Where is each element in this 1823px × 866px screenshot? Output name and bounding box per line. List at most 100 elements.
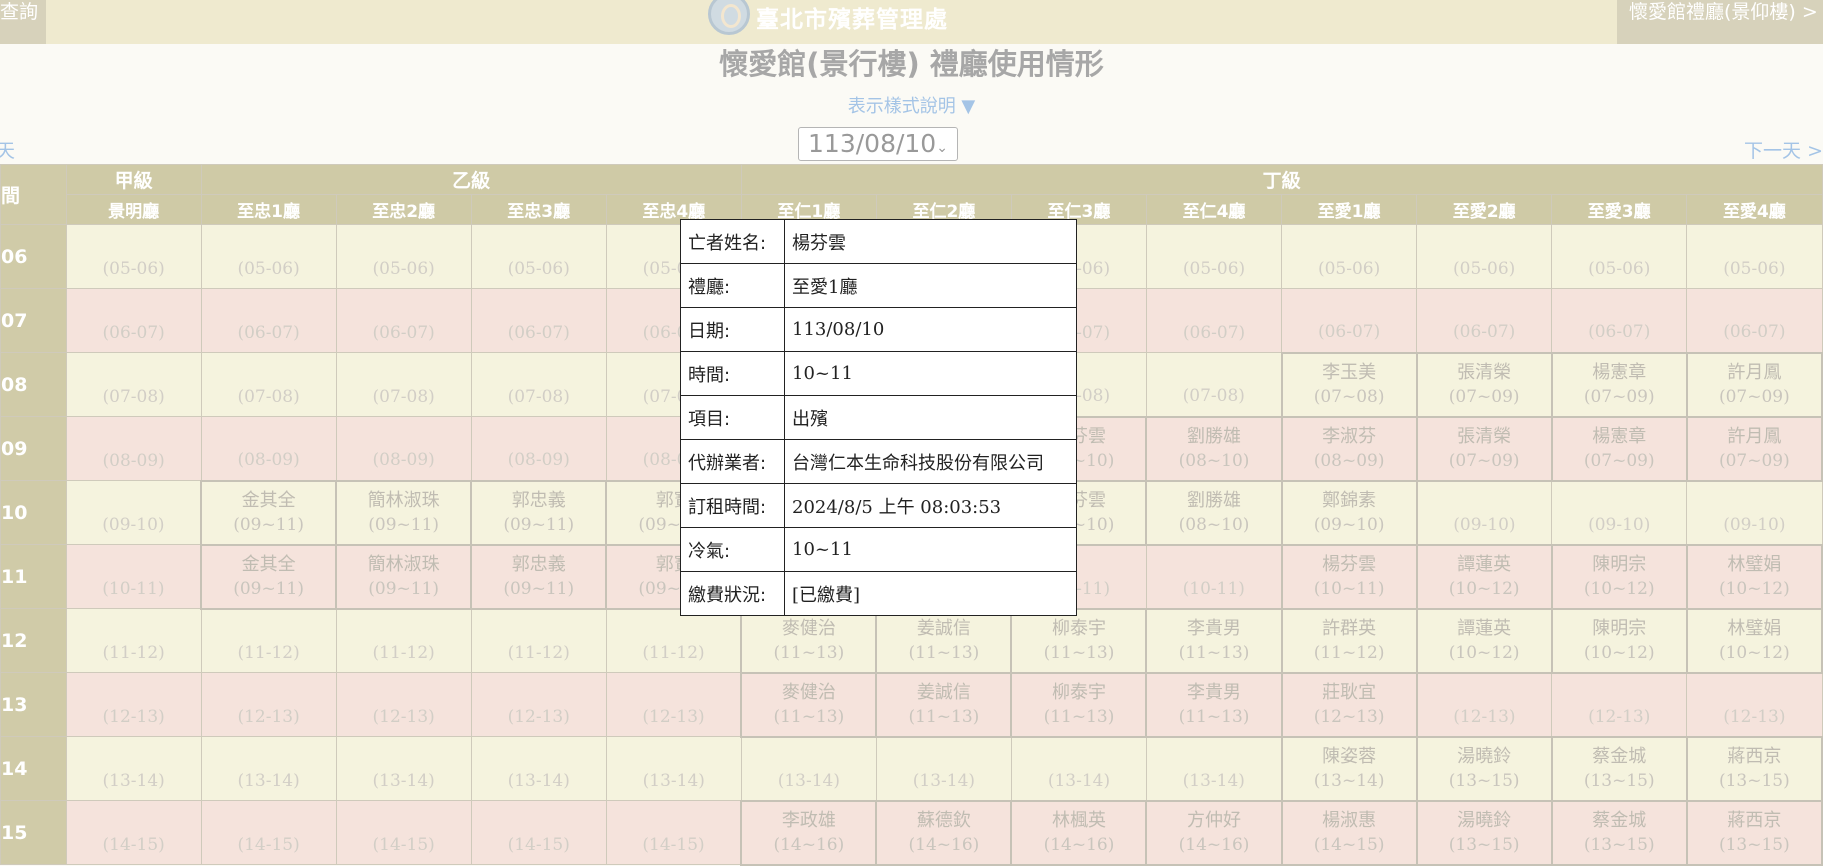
empty-slot-cell[interactable]: (06-07): [1551, 288, 1688, 353]
booking-cell[interactable]: 林璧娟 (10~12): [1685, 543, 1823, 610]
empty-slot-cell[interactable]: (08-09): [200, 416, 337, 481]
booking-cell[interactable]: 郭忠義 (09~11): [470, 543, 608, 610]
booking-cell[interactable]: 許月鳳 (07~09): [1685, 351, 1823, 418]
empty-slot-cell[interactable]: (14-15): [200, 800, 337, 865]
empty-slot-cell[interactable]: (14-15): [605, 800, 742, 865]
empty-slot-cell[interactable]: (09-10): [1686, 480, 1823, 545]
empty-slot-cell[interactable]: (06-07): [1416, 288, 1553, 353]
booking-cell[interactable]: 柳泰宇 (11~13): [1010, 607, 1148, 674]
prev-day-link[interactable]: 天: [0, 136, 15, 163]
empty-slot-cell[interactable]: (06-07): [65, 288, 202, 353]
empty-slot-cell[interactable]: (11-12): [335, 608, 472, 673]
empty-slot-cell[interactable]: (05-06): [65, 224, 202, 289]
empty-slot-cell[interactable]: (07-08): [470, 352, 607, 417]
booking-cell[interactable]: 李玉美 (07~08): [1280, 351, 1418, 418]
empty-slot-cell[interactable]: (05-06): [1145, 224, 1283, 289]
booking-cell[interactable]: 許群英 (11~12): [1280, 607, 1418, 674]
booking-cell[interactable]: 許月鳳 (07~09): [1685, 415, 1823, 482]
empty-slot-cell[interactable]: (06-07): [1281, 288, 1418, 353]
booking-cell[interactable]: 楊淑惠 (14~15): [1280, 799, 1418, 866]
empty-slot-cell[interactable]: (13-14): [1010, 736, 1147, 801]
query-button[interactable]: 查詢: [0, 0, 46, 44]
empty-slot-cell[interactable]: (09-10): [65, 480, 202, 545]
empty-slot-cell[interactable]: (14-15): [65, 800, 202, 865]
empty-slot-cell[interactable]: (06-07): [200, 288, 337, 353]
empty-slot-cell[interactable]: (05-06): [1281, 224, 1418, 289]
booking-cell[interactable]: 蘇德欽 (14~16): [875, 799, 1013, 866]
empty-slot-cell[interactable]: (12-13): [65, 672, 202, 737]
empty-slot-cell[interactable]: (07-08): [1145, 352, 1283, 417]
empty-slot-cell[interactable]: (05-06): [1686, 224, 1823, 289]
empty-slot-cell[interactable]: (12-13): [1416, 672, 1553, 737]
booking-cell[interactable]: 蔣西京 (13~15): [1685, 735, 1823, 802]
empty-slot-cell[interactable]: (12-13): [605, 672, 742, 737]
empty-slot-cell[interactable]: (13-14): [470, 736, 607, 801]
booking-cell[interactable]: 譚蓮英 (10~12): [1415, 543, 1553, 610]
booking-cell[interactable]: 郭忠義 (09~11): [470, 479, 608, 546]
booking-cell[interactable]: 麥健治 (11~13): [740, 607, 878, 674]
booking-cell[interactable]: 楊憲章 (07~09): [1550, 351, 1688, 418]
empty-slot-cell[interactable]: (11-12): [470, 608, 607, 673]
next-day-link[interactable]: 下一天 >: [1744, 136, 1823, 163]
empty-slot-cell[interactable]: (11-12): [605, 608, 742, 673]
empty-slot-cell[interactable]: (05-06): [1551, 224, 1688, 289]
booking-cell[interactable]: 莊耿宜 (12~13): [1280, 671, 1418, 738]
booking-cell[interactable]: 林璧娟 (10~12): [1685, 607, 1823, 674]
booking-cell[interactable]: 陳明宗 (10~12): [1550, 543, 1688, 610]
booking-cell[interactable]: 李淑芬 (08~09): [1280, 415, 1418, 482]
empty-slot-cell[interactable]: (13-14): [605, 736, 742, 801]
booking-cell[interactable]: 金其全 (09~11): [200, 543, 338, 610]
booking-cell[interactable]: 陳姿蓉 (13~14): [1280, 735, 1418, 802]
booking-cell[interactable]: 湯曉鈴 (13~15): [1415, 735, 1553, 802]
switch-building-button[interactable]: 懷愛館禮廳(景仰樓) >: [1617, 0, 1823, 44]
empty-slot-cell[interactable]: (13-14): [335, 736, 472, 801]
booking-cell[interactable]: 李政雄 (14~16): [740, 799, 878, 866]
empty-slot-cell[interactable]: (06-07): [1145, 288, 1283, 353]
empty-slot-cell[interactable]: (09-10): [1416, 480, 1553, 545]
empty-slot-cell[interactable]: (13-14): [875, 736, 1012, 801]
empty-slot-cell[interactable]: (10-11): [1145, 544, 1283, 609]
empty-slot-cell[interactable]: (09-10): [1551, 480, 1688, 545]
empty-slot-cell[interactable]: (12-13): [1551, 672, 1688, 737]
empty-slot-cell[interactable]: (14-15): [335, 800, 472, 865]
empty-slot-cell[interactable]: (05-06): [200, 224, 337, 289]
booking-cell[interactable]: 蔡金城 (13~15): [1550, 735, 1688, 802]
empty-slot-cell[interactable]: (13-14): [200, 736, 337, 801]
booking-cell[interactable]: 鄭錦素 (09~10): [1280, 479, 1418, 546]
booking-cell[interactable]: 張清榮 (07~09): [1415, 415, 1553, 482]
empty-slot-cell[interactable]: (08-09): [65, 416, 202, 481]
booking-cell[interactable]: 方仲好 (14~16): [1145, 799, 1283, 866]
empty-slot-cell[interactable]: (14-15): [470, 800, 607, 865]
empty-slot-cell[interactable]: (13-14): [65, 736, 202, 801]
booking-cell[interactable]: 劉勝雄 (08~10): [1145, 415, 1283, 482]
empty-slot-cell[interactable]: (12-13): [470, 672, 607, 737]
booking-cell[interactable]: 楊憲章 (07~09): [1550, 415, 1688, 482]
legend-toggle-link[interactable]: 表示樣式說明 ▼: [0, 92, 1823, 118]
booking-cell[interactable]: 柳泰宇 (11~13): [1010, 671, 1148, 738]
empty-slot-cell[interactable]: (11-12): [65, 608, 202, 673]
empty-slot-cell[interactable]: (06-07): [1686, 288, 1823, 353]
empty-slot-cell[interactable]: (11-12): [200, 608, 337, 673]
site-logo[interactable]: 臺北市殯葬管理處: [708, 0, 948, 35]
empty-slot-cell[interactable]: (12-13): [335, 672, 472, 737]
booking-cell[interactable]: 譚蓮英 (10~12): [1415, 607, 1553, 674]
empty-slot-cell[interactable]: (10-11): [65, 544, 202, 609]
booking-cell[interactable]: 張清榮 (07~09): [1415, 351, 1553, 418]
booking-cell[interactable]: 陳明宗 (10~12): [1550, 607, 1688, 674]
empty-slot-cell[interactable]: (05-06): [1416, 224, 1553, 289]
booking-cell[interactable]: 楊芬雲 (10~11): [1280, 543, 1418, 610]
booking-cell[interactable]: 麥健治 (11~13): [740, 671, 878, 738]
empty-slot-cell[interactable]: (07-08): [65, 352, 202, 417]
booking-cell[interactable]: 林楓英 (14~16): [1010, 799, 1148, 866]
empty-slot-cell[interactable]: (06-07): [470, 288, 607, 353]
booking-cell[interactable]: 蔣西京 (13~15): [1685, 799, 1823, 866]
empty-slot-cell[interactable]: (06-07): [335, 288, 472, 353]
empty-slot-cell[interactable]: (12-13): [200, 672, 337, 737]
empty-slot-cell[interactable]: (07-08): [335, 352, 472, 417]
booking-cell[interactable]: 蔡金城 (13~15): [1550, 799, 1688, 866]
booking-cell[interactable]: 湯曉鈴 (13~15): [1415, 799, 1553, 866]
empty-slot-cell[interactable]: (08-09): [335, 416, 472, 481]
empty-slot-cell[interactable]: (07-08): [200, 352, 337, 417]
booking-cell[interactable]: 簡林淑珠 (09~11): [335, 479, 473, 546]
empty-slot-cell[interactable]: (05-06): [335, 224, 472, 289]
